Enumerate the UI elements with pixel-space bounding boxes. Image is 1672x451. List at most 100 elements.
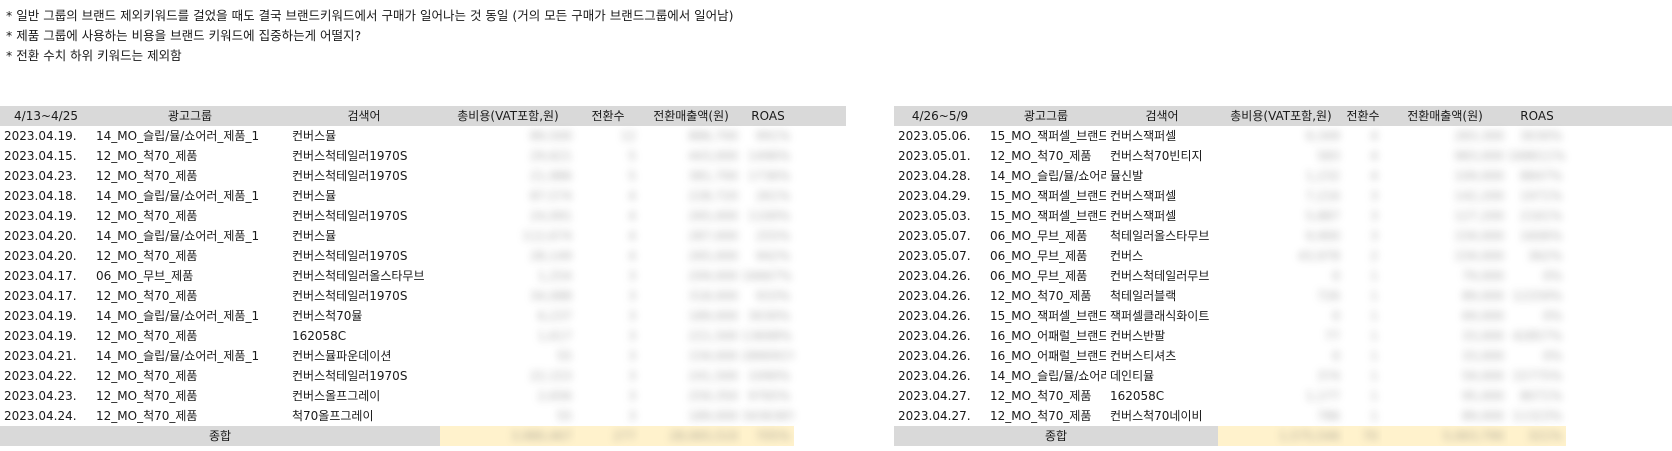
- header-date: 4/26~5/9: [911, 109, 969, 123]
- cell-conversions: 1: [1370, 349, 1378, 363]
- cell-keyword: 컨버스척70빈티지: [1110, 149, 1203, 163]
- header-date: 4/13~4/25: [14, 109, 78, 123]
- cell-ad-group: 14_MO_슬립/뮬/쇼어러_제품_1: [96, 309, 260, 323]
- cell-ad-group: 12_MO_척70_제품: [96, 209, 198, 223]
- cell-conversions: 3: [628, 409, 636, 423]
- cell-roas: 1606%: [1520, 229, 1562, 243]
- cell-keyword: 컨버스척70네이비: [1110, 409, 1203, 423]
- header-ad-group: 광고그룹: [1023, 109, 1069, 123]
- cell-revenue: 159,000: [1454, 249, 1504, 263]
- cell-keyword: 컨버스뮬: [292, 129, 337, 143]
- cell-conversions: 5: [628, 149, 636, 163]
- cell-roas: 11323%: [1512, 409, 1562, 423]
- cell-cost: 29,621: [530, 149, 572, 163]
- cell-roas: 2161%: [1520, 209, 1562, 223]
- cell-keyword: 척테일러블랙: [1110, 289, 1177, 303]
- cell-keyword: 컨버스척테일러1970S: [292, 169, 408, 183]
- cell-revenue: 265,000: [688, 209, 738, 223]
- table-row: 2023.05.01. 12_MO_척70_제품 컨버스척70빈티지 583 4 983,…: [894, 146, 1672, 166]
- total-cost: 1,575,546: [1218, 426, 1344, 446]
- cell-date: 2023.04.28.: [898, 169, 971, 183]
- cell-conversions: 2: [1370, 249, 1378, 263]
- cell-conversions: 3: [628, 289, 636, 303]
- cell-revenue: 159,000: [1454, 229, 1504, 243]
- cell-conversions: 1: [1370, 409, 1378, 423]
- cell-keyword: 162058C: [1110, 389, 1165, 403]
- cell-revenue: 189,000: [688, 409, 738, 423]
- cell-date: 2023.04.26.: [898, 349, 971, 363]
- cell-cost: 7,216: [1305, 189, 1340, 203]
- table-row: 2023.04.26. 15_MO_잭퍼셀_브랜드+제품 잭퍼셀클래식화이트 0 1 69…: [894, 306, 1672, 326]
- cell-date: 2023.04.27.: [898, 389, 971, 403]
- cell-date: 2023.04.19.: [4, 209, 77, 223]
- cell-date: 2023.04.26.: [898, 289, 971, 303]
- cell-ad-group: 12_MO_척70_제품: [990, 389, 1092, 403]
- cell-ad-group: 14_MO_슬립/뮬/쇼어러_제품_1: [990, 169, 1106, 183]
- cell-ad-group: 12_MO_척70_제품: [990, 409, 1092, 423]
- cell-cost: 1,254: [537, 269, 572, 283]
- table-total-row: 종합 1,575,546 70 5,063,790 321%: [894, 426, 1672, 446]
- cell-date: 2023.04.19.: [4, 129, 77, 143]
- note-line: * 일반 그룹의 브랜드 제외키워드를 걸었을 때도 결국 브랜드키워드에서 구…: [6, 8, 734, 23]
- total-value: 1,575,546: [1278, 429, 1340, 443]
- cell-cost: 9,349: [1305, 129, 1340, 143]
- header-conversions: 전환수: [1346, 109, 1380, 123]
- cell-ad-group: 14_MO_슬립/뮬/쇼어러_제품_1: [96, 129, 260, 143]
- table-row: 2023.04.17. 06_MO_무브_제품 컨버스척테일러올스타무브 1,254 3…: [0, 266, 846, 286]
- cell-date: 2023.04.19.: [4, 309, 77, 323]
- table-row: 2023.04.19. 12_MO_척70_제품 컨버스척테일러1970S 24,09…: [0, 206, 846, 226]
- cell-cost: 1,232: [1305, 169, 1340, 183]
- cell-date: 2023.04.23.: [4, 169, 77, 183]
- cell-roas: 9765%: [748, 389, 790, 403]
- total-cost: 3,980,467: [440, 426, 576, 446]
- cell-cost: 87,574: [530, 189, 572, 203]
- header-roas: ROAS: [1520, 109, 1554, 123]
- total-conversions: 277: [576, 426, 640, 446]
- cell-conversions: 12: [620, 129, 636, 143]
- cell-date: 2023.04.15.: [4, 149, 77, 163]
- table-row: 2023.04.18. 14_MO_슬립/뮬/쇼어러_제품_1 컨버스뮬 87,574…: [0, 186, 846, 206]
- cell-roas: 1496%: [748, 149, 790, 163]
- table-row: 2023.04.21. 14_MO_슬립/뮬/쇼어러_제품_1 컨버스뮬파운데이션 5…: [0, 346, 846, 366]
- cell-keyword: 컨버스척테일러1970S: [292, 289, 408, 303]
- cell-ad-group: 06_MO_무브_제품: [96, 269, 194, 283]
- table-row: 2023.04.19. 12_MO_척70_제품 162058C 1,617 3 221,…: [0, 326, 846, 346]
- cell-ad-group: 12_MO_척70_제품: [96, 369, 198, 383]
- cell-roas: 42857%: [1512, 329, 1562, 343]
- cell-keyword: 데인티뮬: [1110, 369, 1155, 383]
- cell-keyword: 뮬신발: [1110, 169, 1144, 183]
- cell-conversions: 5: [628, 169, 636, 183]
- cell-conversions: 1: [1370, 269, 1378, 283]
- cell-conversions: 1: [1370, 289, 1378, 303]
- cell-keyword: 컨버스척테일러올스타무브: [292, 269, 425, 283]
- note-line: * 제품 그룹에 사용하는 비용을 브랜드 키워드에 집중하는게 어떨지?: [6, 28, 362, 43]
- cell-ad-group: 14_MO_슬립/뮬/쇼어러_제품_1: [96, 349, 260, 363]
- cell-roas: 942%: [755, 249, 790, 263]
- table-row: 2023.04.23. 12_MO_척70_제품 컨버스올프그레이 2,656 3 259…: [0, 386, 846, 406]
- cell-revenue: 142,200: [1454, 189, 1504, 203]
- table-row: 2023.04.20. 12_MO_척70_제품 컨버스척테일러1970S 28,14…: [0, 246, 846, 266]
- cell-date: 2023.04.26.: [898, 369, 971, 383]
- cell-cost: 9,900: [1305, 229, 1340, 243]
- cell-cost: 0: [1332, 269, 1340, 283]
- cell-revenue: 209,000: [688, 269, 738, 283]
- table-row: 2023.04.28. 14_MO_슬립/뮬/쇼어러_제품_1 뮬신발 1,232 4 1…: [894, 166, 1672, 186]
- cell-revenue: 189,000: [688, 309, 738, 323]
- cell-keyword: 컨버스티셔츠: [1110, 349, 1177, 363]
- table-row: 2023.04.19. 14_MO_슬립/뮬/쇼어러_제품_1 컨버스뮬 89,500…: [0, 126, 846, 146]
- cell-date: 2023.04.21.: [4, 349, 77, 363]
- cell-conversions: 4: [1370, 129, 1378, 143]
- cell-roas: 0%: [1542, 349, 1562, 363]
- total-revenue: 28,065,510: [640, 426, 742, 446]
- cell-date: 2023.04.20.: [4, 249, 77, 263]
- header-roas: ROAS: [751, 109, 785, 123]
- table-header-row: 4/26~5/9 광고그룹 검색어 총비용(VAT포함,원) 전환수 전환매출액(원) RO…: [894, 106, 1672, 126]
- cell-cost: 24,091: [530, 209, 572, 223]
- cell-ad-group: 06_MO_무브_제품: [990, 249, 1088, 263]
- cell-conversions: 3: [628, 349, 636, 363]
- table-row: 2023.04.26. 06_MO_무브_제품 컨버스척테일러무브 0 1 79,000 0…: [894, 266, 1672, 286]
- notes: * 일반 그룹의 브랜드 제외키워드를 걸었을 때도 결국 브랜드키워드에서 구…: [6, 6, 734, 66]
- cell-cost: 5,887: [1305, 209, 1340, 223]
- cell-roas: 8071%: [1520, 389, 1562, 403]
- table-row: 2023.05.03. 15_MO_잭퍼셀_브랜드+제품 컨버스잭퍼셀 5,887 3 1…: [894, 206, 1672, 226]
